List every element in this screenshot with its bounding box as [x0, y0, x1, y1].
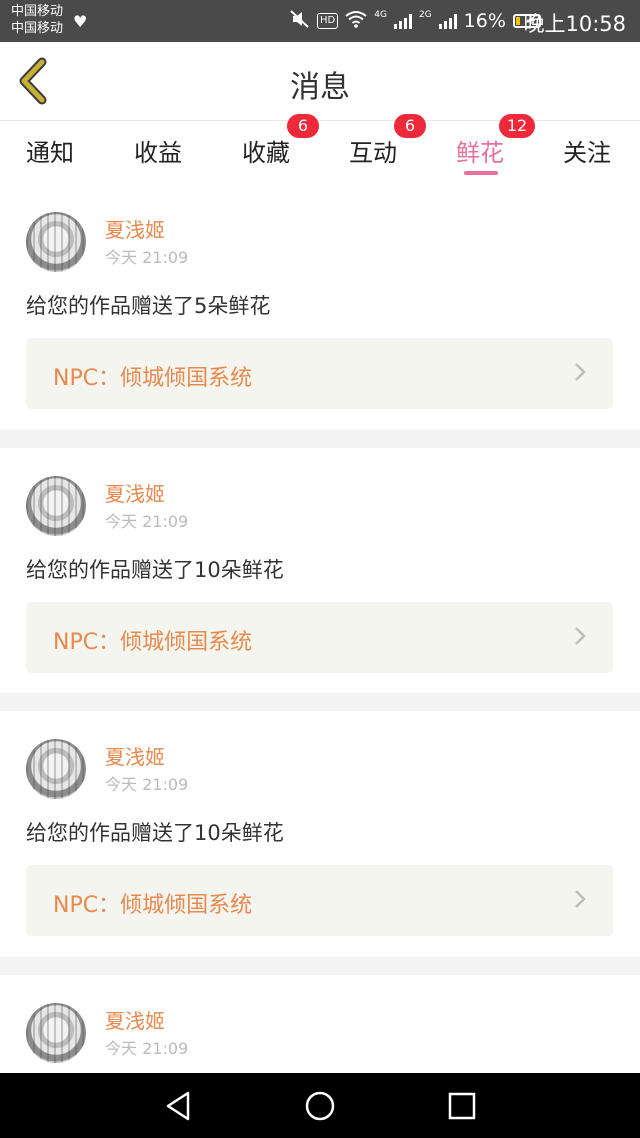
work-link[interactable]: NPC：倾城倾国系统: [26, 602, 613, 673]
chevron-right-icon: [575, 627, 586, 645]
badge-interactions: 6: [394, 114, 426, 138]
wifi-icon: [345, 10, 367, 32]
carrier-1: 中国移动: [11, 4, 64, 19]
active-tab-indicator: [464, 171, 498, 175]
heart-pulse-icon: ♥: [73, 12, 88, 31]
sender-name[interactable]: 夏浅姬: [105, 478, 165, 507]
tab-earnings[interactable]: 收益: [134, 133, 182, 168]
sender-name[interactable]: 夏浅姬: [105, 1005, 165, 1034]
message-card: 夏浅姬 今天 21:09 给您的作品赠送了5朵鲜花 NPC：倾城倾国系统: [0, 192, 640, 438]
chevron-right-icon: [575, 890, 586, 908]
message-time: 今天 21:09: [105, 248, 189, 267]
status-bar: 中国移动 中国移动 ♥ HD 4G 2G 16% + 晚上10:58: [0, 0, 640, 42]
work-link[interactable]: NPC：倾城倾国系统: [26, 338, 613, 409]
system-nav-bar: [0, 1073, 640, 1138]
message-text: 给您的作品赠送了10朵鲜花: [26, 558, 284, 582]
status-icons: HD 4G 2G 16% +: [290, 9, 541, 33]
chevron-right-icon: [575, 363, 586, 381]
tab-interactions[interactable]: 互动: [349, 133, 397, 168]
hd-icon: HD: [317, 13, 339, 29]
square-recents-icon[interactable]: [445, 1089, 479, 1123]
sender-name[interactable]: 夏浅姬: [105, 741, 165, 770]
work-title: NPC：倾城倾国系统: [53, 893, 253, 918]
message-text: 给您的作品赠送了5朵鲜花: [26, 294, 271, 318]
tab-flowers[interactable]: 鲜花: [456, 133, 504, 168]
clock: 晚上10:58: [523, 12, 626, 36]
tab-follows[interactable]: 关注: [563, 133, 611, 168]
message-time: 今天 21:09: [105, 1039, 189, 1058]
work-title: NPC：倾城倾国系统: [53, 366, 253, 391]
tab-bar: 通知 收益 收藏 互动 鲜花 关注: [0, 121, 640, 181]
work-title: NPC：倾城倾国系统: [53, 630, 253, 655]
sender-name[interactable]: 夏浅姬: [105, 214, 165, 243]
message-text: 给您的作品赠送了10朵鲜花: [26, 821, 284, 845]
net-4g-label: 4G: [374, 10, 387, 20]
net-2g-label: 2G: [418, 10, 432, 20]
badge-favorites: 6: [287, 114, 319, 138]
tab-favorites[interactable]: 收藏: [242, 133, 290, 168]
avatar[interactable]: [26, 739, 86, 799]
work-link[interactable]: NPC：倾城倾国系统: [26, 865, 613, 936]
mute-icon: [290, 10, 310, 32]
carrier-info: 中国移动 中国移动: [11, 3, 63, 37]
avatar[interactable]: [26, 212, 86, 272]
tab-notifications[interactable]: 通知: [26, 133, 74, 168]
message-time: 今天 21:09: [105, 512, 189, 531]
avatar[interactable]: [26, 1003, 86, 1063]
header: 消息: [0, 42, 640, 121]
circle-home-icon[interactable]: [303, 1089, 337, 1123]
signal-2g-icon: [438, 13, 457, 29]
card-divider: [0, 957, 640, 975]
signal-4g-icon: [393, 13, 412, 29]
battery-percent: 16%: [463, 10, 506, 32]
card-divider: [0, 693, 640, 711]
carrier-2: 中国移动: [11, 21, 64, 36]
message-card: 夏浅姬 今天 21:09 给您的作品赠送了10朵鲜花 NPC：倾城倾国系统: [0, 456, 640, 702]
card-divider: [0, 430, 640, 448]
message-card: 夏浅姬 今天 21:09: [0, 983, 640, 1073]
badge-flowers: 12: [499, 114, 535, 138]
message-time: 今天 21:09: [105, 775, 189, 794]
avatar[interactable]: [26, 476, 86, 536]
page-title: 消息: [290, 70, 350, 105]
triangle-back-icon[interactable]: [162, 1089, 196, 1123]
message-card: 夏浅姬 今天 21:09 给您的作品赠送了10朵鲜花 NPC：倾城倾国系统: [0, 719, 640, 965]
